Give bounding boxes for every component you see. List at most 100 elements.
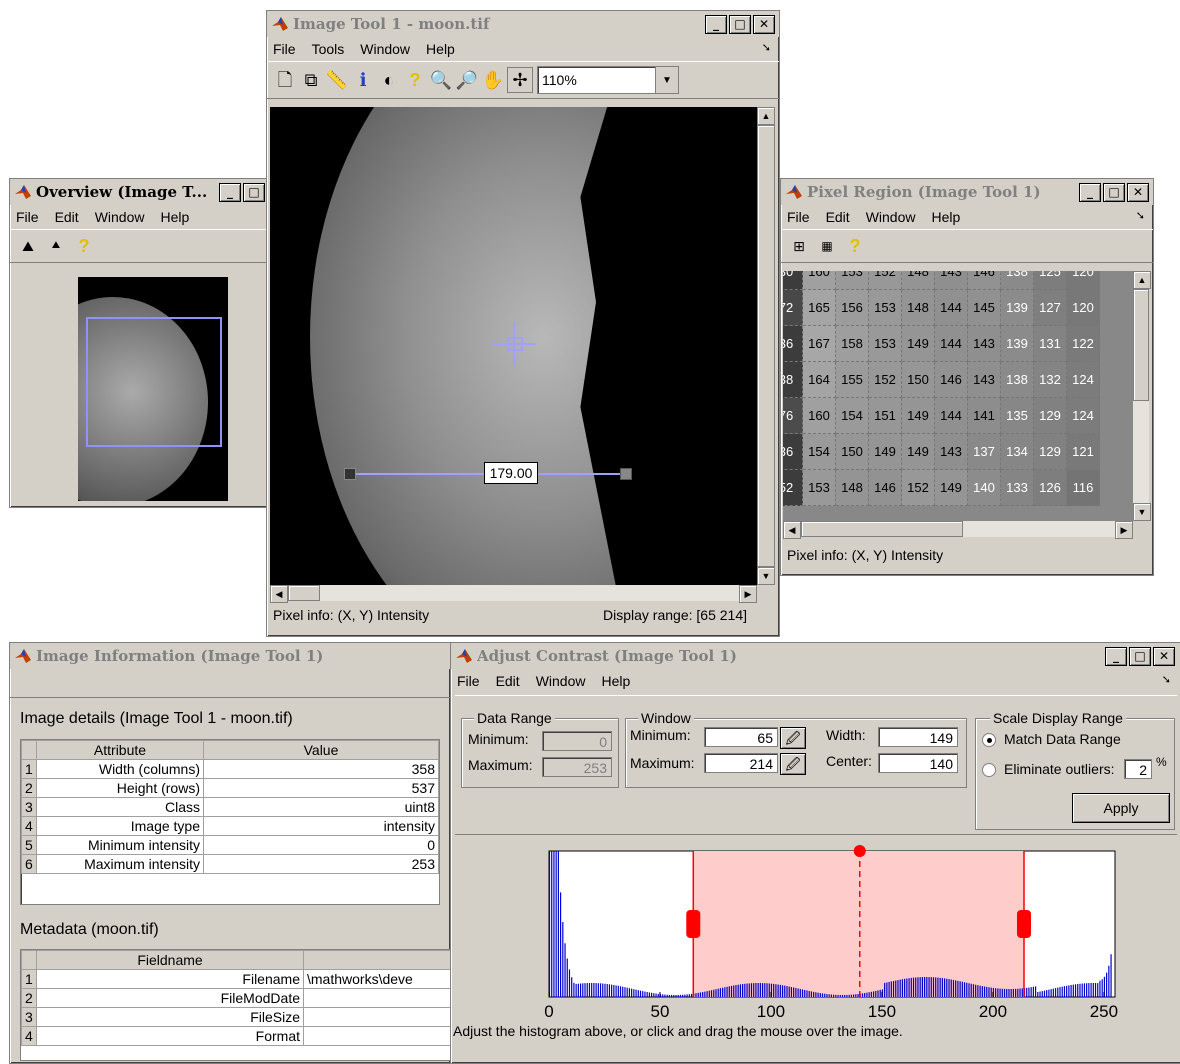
value-header[interactable]: Value bbox=[203, 740, 439, 760]
overview-image[interactable] bbox=[78, 277, 228, 501]
table-row[interactable]: 1 Filename \mathworks\deve bbox=[21, 969, 450, 989]
maximize-button[interactable]: □ bbox=[1103, 182, 1125, 202]
zoom-in-icon[interactable]: ⛰ bbox=[16, 234, 40, 258]
fieldname-header[interactable]: Fieldname bbox=[36, 950, 304, 970]
eyedropper-max-icon[interactable]: 🖉 bbox=[780, 753, 806, 775]
scroll-left-icon[interactable]: ◀ bbox=[270, 585, 288, 603]
zoom-out-icon[interactable]: ⛰ bbox=[44, 234, 68, 258]
scroll-left-icon[interactable]: ◀ bbox=[783, 521, 801, 539]
overview-tool-icon[interactable]: ⧉ bbox=[299, 68, 323, 92]
help-icon[interactable]: ? bbox=[843, 234, 867, 258]
table-row[interactable]: 3 FileSize bbox=[21, 1007, 450, 1027]
pixel-grid-area[interactable]: 3016015315214814314613812512072165156153… bbox=[783, 271, 1133, 521]
menu-edit[interactable]: Edit bbox=[496, 673, 520, 689]
image-hscroll[interactable]: ◀ ▶ bbox=[270, 585, 757, 603]
minimize-button[interactable]: _ bbox=[1105, 646, 1127, 666]
info-icon[interactable]: ℹ bbox=[351, 68, 375, 92]
pan-hand-icon[interactable]: ✋ bbox=[481, 68, 505, 92]
menu-file[interactable]: File bbox=[273, 41, 296, 57]
new-document-icon[interactable]: 🗋 bbox=[273, 68, 297, 92]
zoom-out-grid-icon[interactable]: ▦ bbox=[815, 234, 839, 258]
zoom-dropdown[interactable]: 110% ▼ bbox=[537, 66, 679, 94]
apply-button[interactable]: Apply bbox=[1072, 793, 1170, 823]
pixel-region-titlebar[interactable]: Pixel Region (Image Tool 1) _ □ ✕ bbox=[781, 179, 1153, 205]
overview-titlebar[interactable]: Overview (Image T... _□✕ bbox=[10, 179, 293, 205]
contrast-icon[interactable]: ◐ bbox=[377, 68, 401, 92]
match-radio[interactable] bbox=[982, 733, 996, 747]
table-row[interactable]: 6 Maximum intensity 253 bbox=[21, 854, 439, 874]
image-vscroll[interactable]: ▲ ▼ bbox=[757, 107, 775, 585]
table-row[interactable]: 2 Height (rows) 537 bbox=[21, 778, 439, 798]
zoom-in-grid-icon[interactable]: ⊞ bbox=[787, 234, 811, 258]
menu-help[interactable]: Help bbox=[426, 41, 455, 57]
dock-icon[interactable]: ➘ bbox=[762, 41, 771, 54]
minimize-button[interactable]: _ bbox=[219, 182, 241, 202]
pixel-region-crosshair[interactable] bbox=[492, 322, 536, 366]
menu-file[interactable]: File bbox=[457, 673, 480, 689]
scroll-right-icon[interactable]: ▶ bbox=[1115, 521, 1133, 539]
menu-window[interactable]: Window bbox=[536, 673, 586, 689]
measure-distance-icon[interactable]: 📏 bbox=[325, 68, 349, 92]
meta-value-header[interactable] bbox=[303, 950, 450, 970]
dock-icon[interactable]: ➘ bbox=[1136, 209, 1145, 222]
menu-help[interactable]: Help bbox=[931, 209, 960, 225]
scroll-right-icon[interactable]: ▶ bbox=[739, 585, 757, 603]
minimize-button[interactable]: _ bbox=[1079, 182, 1101, 202]
histogram-chart[interactable]: 0 50 100 150 200 250 bbox=[541, 845, 1141, 1027]
adjust-contrast-titlebar[interactable]: Adjust Contrast (Image Tool 1) _ □ ✕ bbox=[451, 643, 1180, 669]
pixel-region-icon[interactable]: ✢ bbox=[507, 67, 533, 93]
table-row[interactable]: 5 Minimum intensity 0 bbox=[21, 835, 439, 855]
table-row[interactable]: 4 Image type intensity bbox=[21, 816, 439, 836]
maximize-button[interactable]: □ bbox=[729, 14, 751, 34]
menu-window[interactable]: Window bbox=[360, 41, 410, 57]
hscroll-thumb[interactable] bbox=[288, 585, 320, 601]
menu-help[interactable]: Help bbox=[160, 209, 189, 225]
overview-view-rectangle[interactable] bbox=[86, 317, 222, 447]
table-row[interactable]: 4 Format bbox=[21, 1026, 450, 1046]
help-icon[interactable]: ? bbox=[72, 234, 96, 258]
table-row[interactable]: 3 Class uint8 bbox=[21, 797, 439, 817]
menu-window[interactable]: Window bbox=[866, 209, 916, 225]
window-center-handle[interactable] bbox=[853, 845, 866, 857]
minimize-button[interactable]: _ bbox=[705, 14, 727, 34]
distance-handle-right[interactable] bbox=[620, 468, 632, 480]
win-max-field[interactable]: 214 bbox=[704, 753, 778, 773]
scroll-thumb[interactable] bbox=[757, 125, 775, 567]
menu-file[interactable]: File bbox=[16, 209, 39, 225]
close-button[interactable]: ✕ bbox=[753, 14, 775, 34]
menu-edit[interactable]: Edit bbox=[826, 209, 850, 225]
close-button[interactable]: ✕ bbox=[1153, 646, 1175, 666]
eyedropper-min-icon[interactable]: 🖉 bbox=[780, 727, 806, 749]
width-field[interactable]: 149 bbox=[878, 727, 958, 747]
zoom-in-icon[interactable]: 🔍 bbox=[429, 68, 453, 92]
pixel-vscroll[interactable]: ▲ ▼ bbox=[1133, 271, 1151, 521]
eliminate-radio[interactable] bbox=[982, 763, 996, 777]
scroll-up-icon[interactable]: ▲ bbox=[1133, 271, 1151, 289]
window-min-handle[interactable] bbox=[686, 910, 701, 938]
table-row[interactable]: 1 Width (columns) 358 bbox=[21, 759, 439, 779]
attribute-header[interactable]: Attribute bbox=[36, 740, 204, 760]
table-row[interactable]: 2 FileModDate bbox=[21, 988, 450, 1008]
maximize-button[interactable]: □ bbox=[243, 182, 265, 202]
center-field[interactable]: 140 bbox=[878, 753, 958, 773]
image-viewport[interactable]: 179.00 bbox=[270, 107, 757, 585]
menu-window[interactable]: Window bbox=[95, 209, 145, 225]
dock-icon[interactable]: ➘ bbox=[1162, 673, 1171, 686]
win-min-field[interactable]: 65 bbox=[704, 727, 778, 747]
scroll-down-icon[interactable]: ▼ bbox=[1133, 503, 1151, 521]
close-button[interactable]: ✕ bbox=[1127, 182, 1149, 202]
image-info-titlebar[interactable]: Image Information (Image Tool 1) bbox=[10, 643, 450, 669]
window-max-handle[interactable] bbox=[1016, 910, 1031, 938]
scroll-down-icon[interactable]: ▼ bbox=[757, 567, 775, 585]
pixel-hscroll[interactable]: ◀ ▶ bbox=[783, 521, 1133, 539]
help-icon[interactable]: ? bbox=[403, 68, 427, 92]
menu-edit[interactable]: Edit bbox=[55, 209, 79, 225]
image-tool-titlebar[interactable]: Image Tool 1 - moon.tif _ □ ✕ bbox=[267, 11, 779, 37]
distance-handle-left[interactable] bbox=[344, 468, 356, 480]
maximize-button[interactable]: □ bbox=[1129, 646, 1151, 666]
menu-file[interactable]: File bbox=[787, 209, 810, 225]
zoom-out-icon[interactable]: 🔎 bbox=[455, 68, 479, 92]
menu-tools[interactable]: Tools bbox=[312, 41, 345, 57]
menu-help[interactable]: Help bbox=[601, 673, 630, 689]
scroll-up-icon[interactable]: ▲ bbox=[757, 107, 775, 125]
